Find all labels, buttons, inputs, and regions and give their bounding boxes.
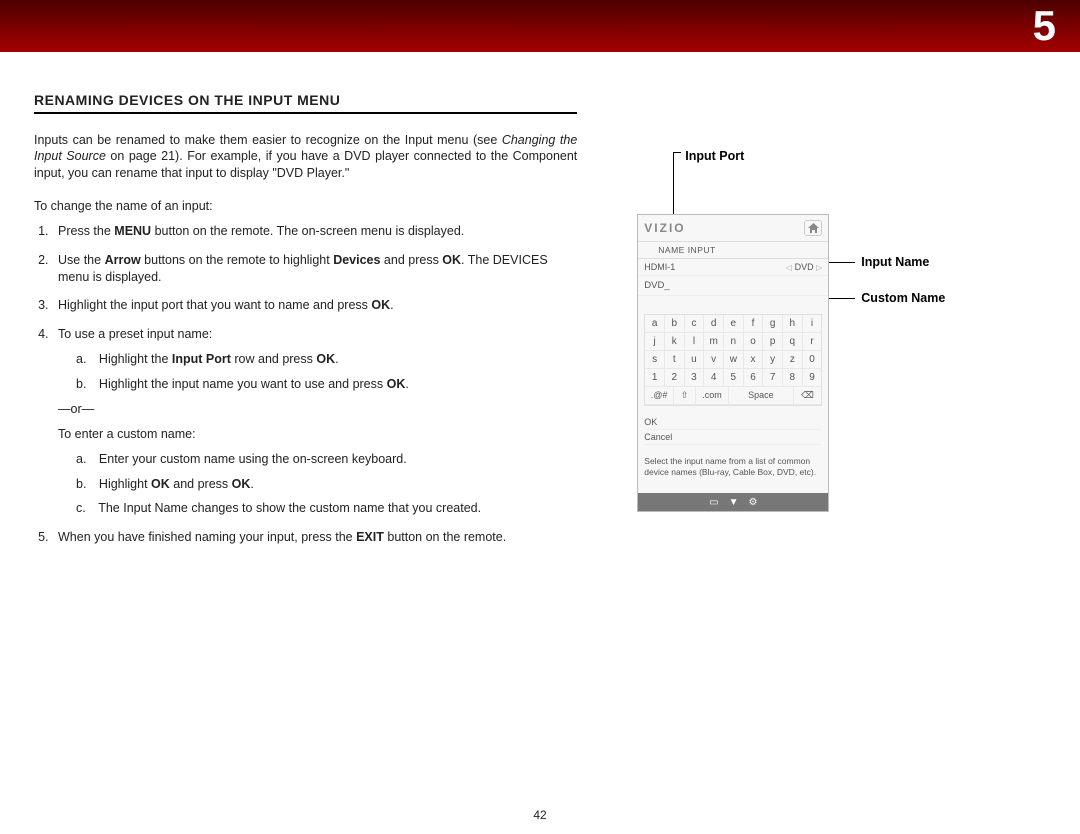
text-column: RENAMING DEVICES ON THE INPUT MENU Input… (34, 92, 577, 558)
section-title: RENAMING DEVICES ON THE INPUT MENU (34, 92, 577, 114)
figure-column: Input Port Input Name Custom Name VIZIO … (637, 92, 1046, 558)
tv-footer-bar: ▭ ▼ ⚙ (638, 493, 828, 511)
keyboard-key: l (685, 333, 705, 351)
step-2: Use the Arrow buttons on the remote to h… (52, 252, 577, 286)
tv-menu-screenshot: VIZIO NAME INPUT HDMI-1 ◁ DVD ▷ DVD_ abc… (637, 214, 829, 512)
step-4a: a. Highlight the Input Port row and pres… (76, 351, 567, 368)
keyboard-key: g (763, 315, 783, 333)
keyboard-key: n (724, 333, 744, 351)
step-4-custom-b: b. Highlight OK and press OK. (76, 476, 567, 493)
keyboard-key: q (783, 333, 803, 351)
vizio-logo: VIZIO (644, 221, 685, 235)
widescreen-icon: ▭ (709, 497, 718, 508)
keyboard-key: f (744, 315, 764, 333)
step-4: To use a preset input name: a. Highlight… (52, 326, 577, 517)
step-4b: b. Highlight the input name you want to … (76, 376, 567, 393)
step-3: Highlight the input port that you want t… (52, 297, 577, 314)
keyboard-key: z (783, 351, 803, 369)
keyboard-key: 5 (724, 369, 744, 387)
or-separator: —or— (58, 401, 567, 418)
tv-input-port-row: HDMI-1 ◁ DVD ▷ (638, 259, 828, 276)
keyboard-key: r (803, 333, 822, 351)
keyboard-key: 3 (685, 369, 705, 387)
keyboard-key: d (704, 315, 724, 333)
tv-cancel-button: Cancel (644, 430, 822, 445)
keyboard-key: e (724, 315, 744, 333)
keyboard-key: v (704, 351, 724, 369)
keyboard-key: m (704, 333, 724, 351)
keyboard-key: y (763, 351, 783, 369)
step-4-custom-lead: To enter a custom name: (58, 426, 567, 443)
keyboard-key: u (685, 351, 705, 369)
tv-subtitle: NAME INPUT (638, 242, 828, 259)
keyboard-key: o (744, 333, 764, 351)
keyboard-key: h (783, 315, 803, 333)
keyboard-key: 8 (783, 369, 803, 387)
tv-help-text: Select the input name from a list of com… (638, 448, 828, 493)
chapter-header: 5 (0, 0, 1080, 52)
chevron-right-icon: ▷ (816, 263, 822, 272)
keyboard-key: 6 (744, 369, 764, 387)
step-4-custom-c: c. The Input Name changes to show the cu… (76, 500, 567, 517)
step-1: Press the MENU button on the remote. The… (52, 223, 577, 240)
home-icon (804, 220, 822, 236)
tv-custom-name-row: DVD_ (638, 276, 828, 296)
callout-input-name: Input Name (861, 255, 929, 269)
keyboard-key: t (665, 351, 685, 369)
page-number: 42 (0, 808, 1080, 822)
onscreen-keyboard: abcdefghi jklmnopqr stuvwxyz0 123456789 … (644, 314, 822, 406)
keyboard-key: 2 (665, 369, 685, 387)
keyboard-key: 1 (645, 369, 665, 387)
tv-port-label: HDMI-1 (644, 262, 675, 272)
step-5: When you have finished naming your input… (52, 529, 577, 546)
keyboard-key: w (724, 351, 744, 369)
keyboard-key: 7 (763, 369, 783, 387)
callout-input-port: Input Port (685, 149, 744, 163)
gear-icon: ⚙ (748, 497, 757, 508)
keyboard-key: c (685, 315, 705, 333)
keyboard-key: j (645, 333, 665, 351)
step-4-lead: To use a preset input name: (58, 327, 212, 341)
keyboard-key: 4 (704, 369, 724, 387)
keyboard-key: s (645, 351, 665, 369)
keyboard-backspace-key: ⌫ (794, 387, 822, 405)
steps-list: Press the MENU button on the remote. The… (34, 223, 577, 546)
tv-action-buttons: OK Cancel (638, 412, 828, 448)
keyboard-key: b (665, 315, 685, 333)
chapter-number: 5 (1033, 2, 1056, 50)
keyboard-shift-key: ⇧ (674, 387, 696, 405)
callout-line (673, 152, 681, 153)
tv-ok-button: OK (644, 415, 822, 430)
keyboard-space-key: Space (729, 387, 794, 405)
lead-sentence: To change the name of an input: (34, 199, 577, 213)
intro-paragraph: Inputs can be renamed to make them easie… (34, 132, 577, 181)
page-body: RENAMING DEVICES ON THE INPUT MENU Input… (0, 52, 1080, 558)
keyboard-key: 0 (803, 351, 822, 369)
tv-port-value: DVD (795, 262, 814, 272)
step-4-custom-a: a. Enter your custom name using the on-s… (76, 451, 567, 468)
keyboard-key: p (763, 333, 783, 351)
keyboard-key: a (645, 315, 665, 333)
keyboard-key: x (744, 351, 764, 369)
keyboard-key: i (803, 315, 822, 333)
keyboard-key: 9 (803, 369, 822, 387)
chevron-down-icon: ▼ (729, 497, 739, 508)
keyboard-symbols-key: .@# (645, 387, 674, 405)
callout-custom-name: Custom Name (861, 291, 945, 305)
keyboard-com-key: .com (696, 387, 729, 405)
chevron-left-icon: ◁ (786, 263, 792, 272)
keyboard-key: k (665, 333, 685, 351)
